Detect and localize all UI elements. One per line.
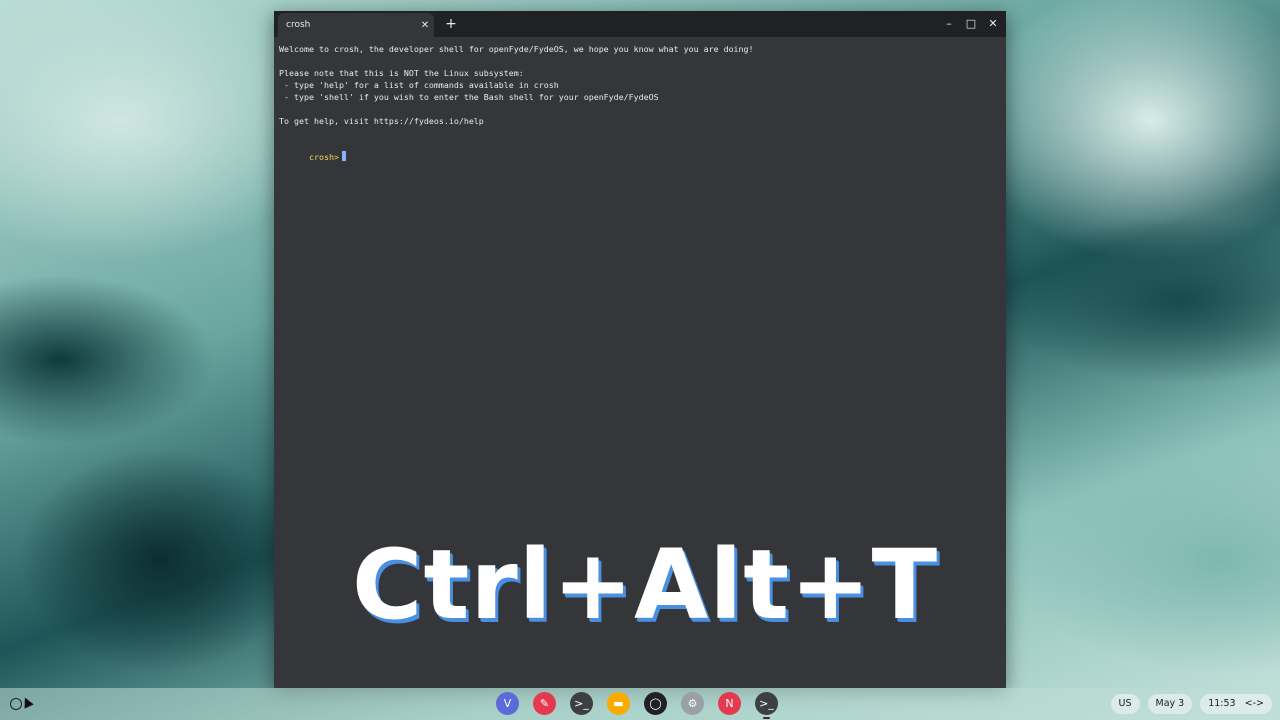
vivaldi-icon[interactable]: V xyxy=(496,692,519,715)
window-controls: – □ ✕ xyxy=(940,15,1002,33)
close-icon[interactable]: ✕ xyxy=(416,20,434,31)
close-window-button[interactable]: ✕ xyxy=(984,15,1002,33)
date-indicator[interactable]: May 3 xyxy=(1147,694,1193,714)
terminal-line: - type 'help' for a list of commands ava… xyxy=(279,80,559,90)
shell-prompt: crosh> xyxy=(308,152,339,162)
shelf: V ✎ >_ ▬ ◯ ⚙ N >_ US May 3 11:53 <-> xyxy=(0,688,1280,720)
window-titlebar[interactable]: crosh ✕ + – □ ✕ xyxy=(274,11,1006,37)
clock: 11:53 xyxy=(1208,698,1236,709)
terminal-line: To get help, visit https://fydeos.io/hel… xyxy=(279,116,484,126)
shortcut-caption: Ctrl+Alt+T xyxy=(352,529,939,641)
terminal-line: Welcome to crosh, the developer shell fo… xyxy=(279,44,754,54)
news-app-icon[interactable]: N xyxy=(718,692,741,715)
pen-app-icon[interactable]: ✎ xyxy=(533,692,556,715)
text-cursor xyxy=(341,151,346,161)
status-tray: US May 3 11:53 <-> xyxy=(1110,694,1272,714)
camera-icon[interactable]: ◯ xyxy=(644,692,667,715)
settings-icon[interactable]: ⚙ xyxy=(681,692,704,715)
minimize-button[interactable]: – xyxy=(940,15,958,33)
terminal-app-icon[interactable]: >_ xyxy=(570,692,593,715)
network-icon: <-> xyxy=(1244,698,1264,709)
terminal-line: - type 'shell' if you wish to enter the … xyxy=(279,92,659,102)
prompt-line[interactable]: crosh> xyxy=(279,139,1001,162)
new-tab-button[interactable]: + xyxy=(442,15,460,33)
files-icon[interactable]: ▬ xyxy=(607,692,630,715)
crosh-app-icon[interactable]: >_ xyxy=(755,692,778,719)
pinned-apps: V ✎ >_ ▬ ◯ ⚙ N >_ xyxy=(496,692,778,719)
system-tray[interactable]: 11:53 <-> xyxy=(1200,694,1272,714)
tab-title: crosh xyxy=(286,20,311,30)
keyboard-layout-indicator[interactable]: US xyxy=(1110,694,1140,714)
mouse-pointer-icon xyxy=(20,695,34,709)
maximize-button[interactable]: □ xyxy=(962,15,980,33)
terminal-line: Please note that this is NOT the Linux s… xyxy=(279,68,524,78)
tab-crosh[interactable]: crosh ✕ xyxy=(278,13,434,37)
